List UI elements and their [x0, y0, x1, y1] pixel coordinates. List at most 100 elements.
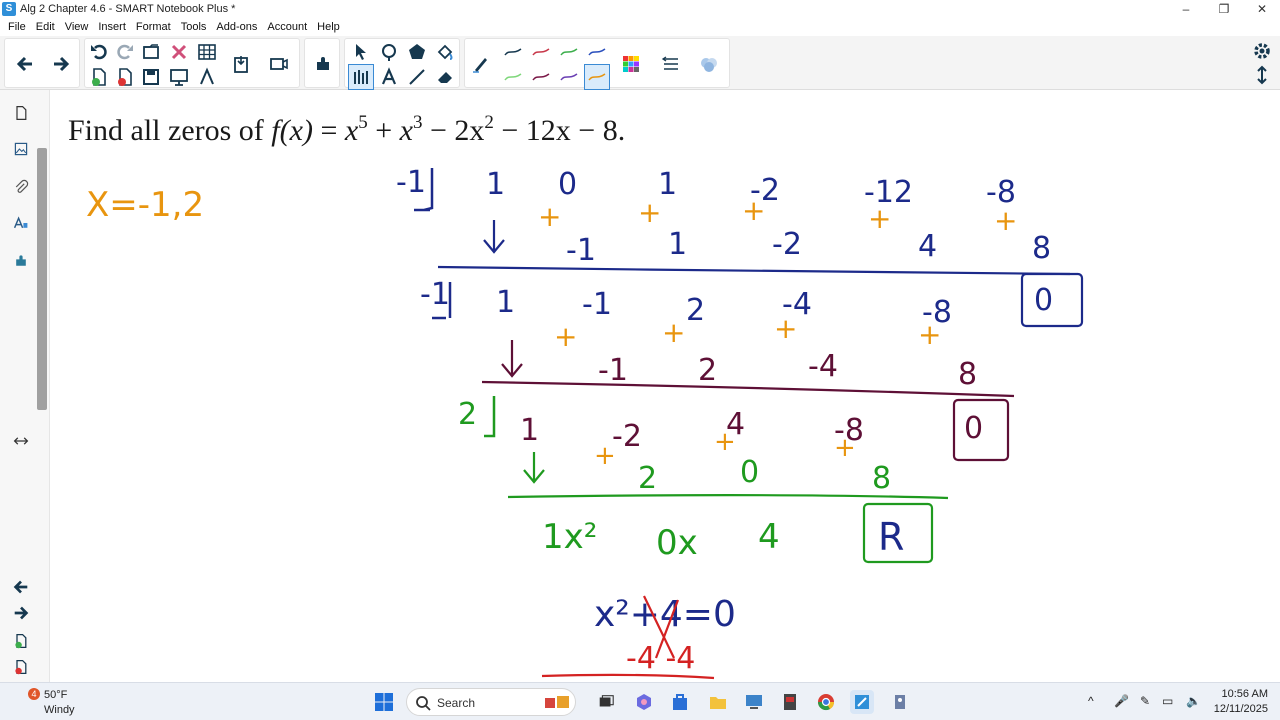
properties-icon[interactable] — [10, 212, 32, 234]
select-icon[interactable] — [349, 40, 373, 64]
expand-panel-icon[interactable] — [10, 430, 32, 452]
remote-desktop-icon[interactable] — [742, 690, 766, 714]
line-style-red[interactable] — [529, 40, 553, 64]
save-icon[interactable] — [139, 65, 163, 89]
row3-add-3: 8 — [872, 461, 891, 496]
table-icon[interactable] — [195, 40, 219, 64]
minimize-button[interactable]: – — [1166, 0, 1206, 18]
gallery-icon[interactable] — [10, 138, 32, 160]
pen-menu-icon[interactable]: ✎ — [1140, 694, 1150, 708]
screen-capture-icon[interactable] — [267, 52, 291, 76]
add-page-icon[interactable] — [10, 630, 32, 652]
handwriting-layer: X=-1,2 -1 1 0 1 -2 -12 -8 -1 1 -2 4 8 + — [86, 165, 1084, 680]
app-icon: S — [2, 2, 16, 16]
sidebar-scrollbar[interactable] — [37, 148, 47, 410]
edit-group — [84, 38, 300, 88]
menu-help[interactable]: Help — [317, 21, 340, 33]
file-explorer-icon[interactable] — [706, 690, 730, 714]
close-button[interactable]: ✕ — [1242, 0, 1280, 18]
delete-page-icon[interactable] — [113, 65, 137, 89]
text-icon[interactable] — [377, 65, 401, 89]
taskbar-search[interactable]: Search — [406, 688, 576, 716]
screen-shade-icon[interactable] — [167, 65, 191, 89]
show-hidden-icons[interactable]: ^ — [1088, 694, 1094, 708]
open-icon[interactable] — [139, 40, 163, 64]
menu-bar: File Edit View Insert Format Tools Add-o… — [0, 18, 346, 36]
quotient-term-1: 1x² — [542, 517, 597, 557]
microsoft-store-icon[interactable] — [668, 690, 692, 714]
transparency-icon[interactable] — [697, 52, 721, 76]
weather-badge: 4 — [28, 688, 40, 700]
nav-group — [4, 38, 80, 88]
windows-taskbar: 4 50°F Windy Search ^ 🎤 ✎ ▭ 🔈 10:56 AM 1… — [0, 682, 1280, 720]
delete-icon[interactable] — [167, 40, 191, 64]
menu-view[interactable]: View — [65, 21, 89, 33]
next-page-icon[interactable] — [10, 602, 32, 624]
line-style-maroon[interactable] — [529, 65, 553, 89]
system-clock[interactable]: 10:56 AM 12/11/2025 — [1214, 687, 1268, 717]
line-icon[interactable] — [405, 65, 429, 89]
measurement-tools-icon[interactable] — [195, 65, 219, 89]
paste-icon[interactable] — [229, 52, 253, 76]
restore-button[interactable]: ❐ — [1204, 0, 1244, 18]
line-style-purple[interactable] — [557, 65, 581, 89]
line-style-orange[interactable] — [584, 64, 610, 90]
row2-coef-3: 2 — [686, 293, 705, 328]
menu-insert[interactable]: Insert — [98, 21, 126, 33]
pen-color-icon[interactable] — [348, 64, 374, 90]
final-equation: x²+4=0 — [594, 594, 736, 635]
settings-gear-icon[interactable] — [1250, 39, 1274, 63]
start-icon[interactable] — [372, 690, 396, 714]
row1-add-1: -1 — [566, 233, 596, 268]
menu-account[interactable]: Account — [267, 21, 307, 33]
app-icon-pdf[interactable] — [778, 690, 802, 714]
fill-icon[interactable] — [433, 40, 457, 64]
pen-style-icon[interactable] — [469, 52, 493, 76]
row1-add-3: -2 — [772, 227, 802, 262]
task-view-icon[interactable] — [594, 690, 618, 714]
line-style-lightgreen[interactable] — [501, 65, 525, 89]
redo-icon[interactable] — [113, 40, 137, 64]
menu-edit[interactable]: Edit — [36, 21, 55, 33]
forward-arrow-icon[interactable] — [49, 52, 73, 76]
network-icon[interactable]: ▭ — [1162, 694, 1173, 708]
eraser-icon[interactable] — [433, 65, 457, 89]
shapes-icon[interactable] — [405, 40, 429, 64]
weather-condition: Windy — [44, 704, 75, 716]
app-icon-tool[interactable] — [888, 690, 912, 714]
microphone-icon[interactable]: 🎤 — [1114, 694, 1129, 708]
menu-add-ons[interactable]: Add-ons — [216, 21, 257, 33]
previous-page-icon[interactable] — [10, 576, 32, 598]
add-ons-icon[interactable] — [311, 52, 335, 76]
weather-widget[interactable]: 4 50°F Windy — [20, 687, 90, 717]
side-panel — [0, 90, 50, 682]
row2-add-1: -1 — [598, 353, 628, 388]
smart-notebook-taskbar-icon[interactable] — [850, 690, 874, 714]
final-subtraction: -4 -4 — [626, 641, 695, 676]
toolbar-position-icon[interactable] — [1250, 63, 1274, 87]
pen-icon[interactable] — [377, 40, 401, 64]
undo-icon[interactable] — [87, 40, 111, 64]
page-sorter-icon[interactable] — [10, 102, 32, 124]
line-properties-icon[interactable] — [659, 52, 683, 76]
attachments-icon[interactable] — [10, 176, 32, 198]
line-style-blue[interactable] — [585, 40, 609, 64]
row3-coef-2: -2 — [612, 419, 642, 454]
chrome-icon[interactable] — [814, 690, 838, 714]
remove-page-icon[interactable] — [10, 656, 32, 678]
row2-coef-6: 0 — [1034, 283, 1053, 318]
line-style-black[interactable] — [501, 40, 525, 64]
add-ons-panel-icon[interactable] — [10, 250, 32, 272]
line-style-green[interactable] — [557, 40, 581, 64]
copilot-icon[interactable] — [632, 690, 656, 714]
whiteboard-canvas[interactable]: Find all zeros of f(x) = x5 + x3 − 2x2 −… — [50, 90, 1280, 682]
menu-file[interactable]: File — [8, 21, 26, 33]
volume-icon[interactable]: 🔈 — [1186, 694, 1201, 708]
clock-time: 10:56 AM — [1221, 688, 1268, 700]
menu-format[interactable]: Format — [136, 21, 171, 33]
color-palette-icon[interactable] — [619, 52, 643, 76]
menu-tools[interactable]: Tools — [181, 21, 207, 33]
new-page-icon[interactable] — [87, 65, 111, 89]
clock-date: 12/11/2025 — [1213, 703, 1268, 715]
back-arrow-icon[interactable] — [13, 52, 37, 76]
